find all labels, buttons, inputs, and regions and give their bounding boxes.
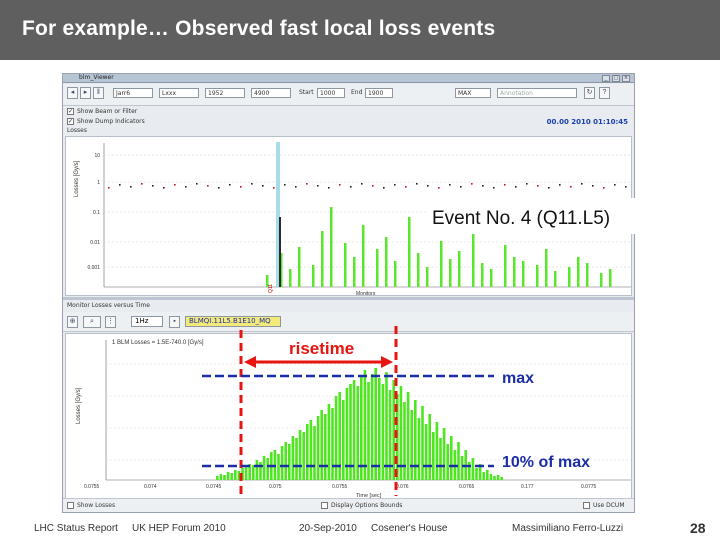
max-label: max [502,370,534,387]
risetime-arrow-right-head [381,356,393,368]
event-label: Event No. 4 (Q11.L5) [432,208,610,229]
footer-report: LHC Status Report [34,523,118,534]
risetime-label: risetime [289,339,354,358]
footer-venue: Cosener's House [371,523,448,534]
page-number: 28 [690,520,706,536]
slide-footer: LHC Status Report UK HEP Forum 2010 20-S… [0,518,720,540]
footer-author: Massimiliano Ferro-Luzzi [512,523,624,534]
risetime-arrow-left-head [244,356,256,368]
footer-date: 20-Sep-2010 [299,523,357,534]
footer-forum: UK HEP Forum 2010 [132,523,226,534]
ten-percent-label: 10% of max [502,454,590,471]
annotation-overlay: Event No. 4 (Q11.L5) risetime max 10% of… [202,198,638,496]
